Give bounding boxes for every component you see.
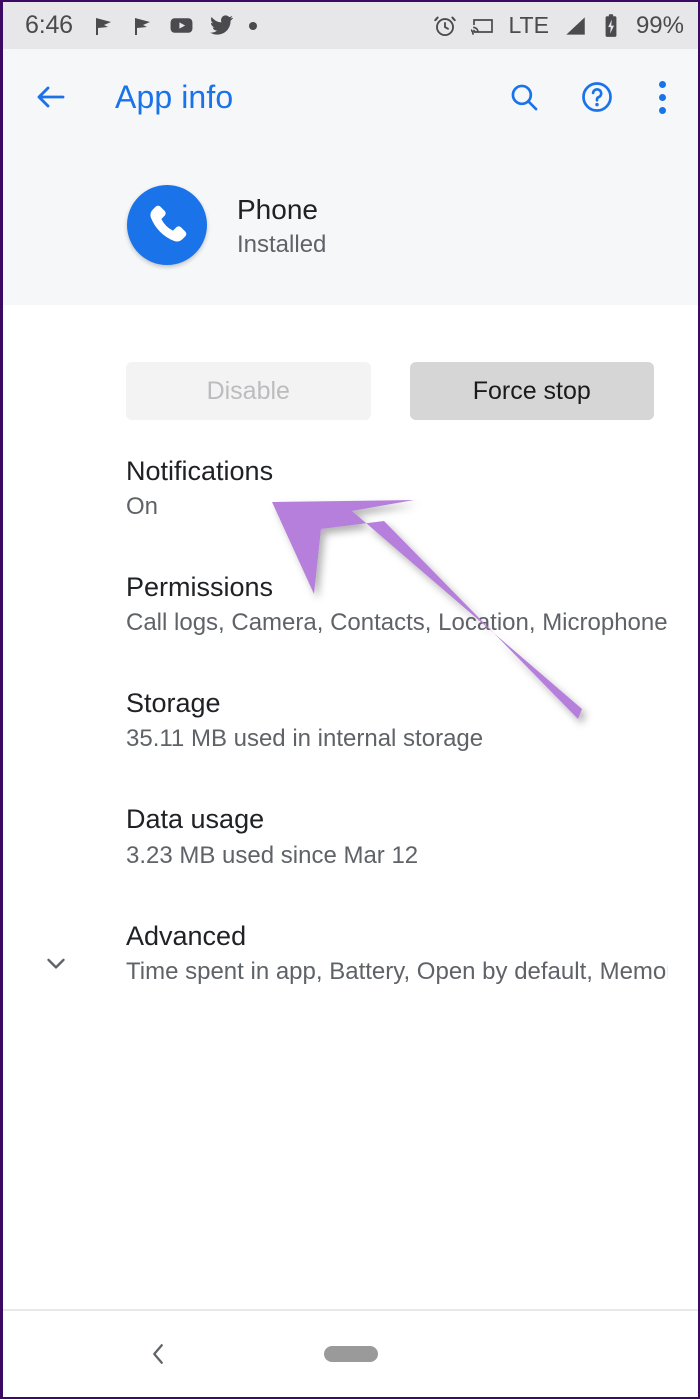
signal-icon: [562, 13, 588, 39]
app-name: Phone: [237, 193, 318, 225]
app-install-status: Installed: [237, 230, 327, 258]
system-navigation-bar: [3, 1309, 698, 1397]
disable-button[interactable]: Disable: [126, 362, 371, 420]
row-title: Permissions: [126, 572, 274, 603]
row-subtitle: Time spent in app, Battery, Open by defa…: [126, 957, 668, 985]
force-stop-button[interactable]: Force stop: [409, 362, 654, 420]
action-button-row: Disable Force stop: [126, 362, 654, 420]
row-title: Notifications: [126, 456, 274, 486]
app-info-content: Disable Force stop Notifications On Perm…: [3, 305, 698, 1309]
status-bar: 6:46 LTE 99%: [3, 2, 698, 49]
app-summary-text: Phone Installed: [237, 192, 326, 259]
row-subtitle: 3.23 MB used since Mar 12: [126, 841, 419, 869]
help-icon[interactable]: [579, 79, 615, 115]
battery-percentage: 99%: [635, 11, 684, 39]
youtube-icon: [169, 13, 194, 38]
app-summary-header: Phone Installed: [3, 145, 698, 305]
alarm-icon: [432, 13, 458, 39]
phone-app-icon: [127, 185, 207, 265]
dot-icon: [248, 21, 257, 30]
page-title: App info: [115, 78, 234, 115]
phone-screen: 6:46 LTE 99% App info Phone Installed Di…: [0, 0, 700, 1399]
row-title: Data usage: [126, 804, 265, 835]
app-bar-actions: [507, 77, 672, 118]
flag-icon: [91, 14, 115, 38]
settings-row-permissions[interactable]: Permissions Call logs, Camera, Contacts,…: [3, 572, 698, 637]
network-type-label: LTE: [508, 12, 549, 38]
row-subtitle: 35.11 MB used in internal storage: [126, 725, 484, 753]
back-arrow-icon[interactable]: [33, 79, 69, 115]
row-subtitle: On: [126, 493, 159, 521]
battery-charging-icon: [601, 13, 621, 39]
status-bar-system-icons: LTE 99%: [432, 12, 684, 40]
app-bar: App info: [3, 49, 698, 145]
settings-row-advanced[interactable]: Advanced Time spent in app, Battery, Ope…: [3, 920, 698, 986]
twitter-icon: [209, 13, 234, 38]
row-title: Storage: [126, 688, 221, 719]
settings-list: Notifications On Permissions Call logs, …: [3, 456, 698, 986]
home-pill-icon[interactable]: [323, 1346, 378, 1362]
flag-icon: [130, 14, 154, 38]
chevron-down-icon: [41, 948, 71, 978]
row-subtitle: Call logs, Camera, Contacts, Location, M…: [126, 609, 668, 637]
settings-row-storage[interactable]: Storage 35.11 MB used in internal storag…: [3, 689, 698, 753]
settings-row-notifications[interactable]: Notifications On: [3, 456, 698, 521]
overflow-menu-icon[interactable]: [653, 77, 672, 118]
status-bar-clock: 6:46: [25, 11, 73, 39]
row-title: Advanced: [126, 920, 247, 951]
status-bar-notification-icons: [91, 13, 257, 38]
nav-back-chevron-icon[interactable]: [143, 1339, 173, 1369]
cast-icon: [471, 14, 495, 38]
settings-row-data-usage[interactable]: Data usage 3.23 MB used since Mar 12: [3, 805, 698, 869]
search-icon[interactable]: [507, 80, 541, 114]
